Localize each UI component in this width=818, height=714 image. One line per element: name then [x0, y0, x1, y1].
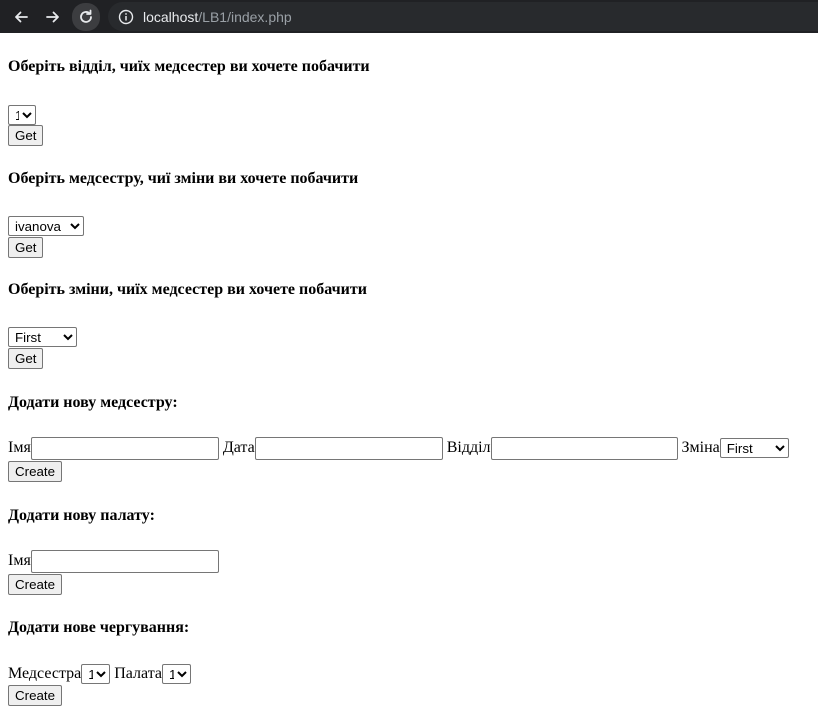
nurse-select[interactable]: ivanova — [8, 216, 84, 236]
nurse-name-label: Імя — [8, 439, 31, 456]
duty-ward-label: Палата — [114, 665, 162, 682]
nurse-department-input[interactable] — [490, 436, 678, 460]
url-path: /LB1/index.php — [198, 8, 292, 25]
create-duty-button[interactable]: Create — [8, 684, 63, 706]
back-button[interactable] — [8, 4, 34, 30]
nurse-get-button[interactable]: Get — [8, 236, 44, 258]
duty-nurse-label: Медсестра — [8, 665, 82, 682]
shift-heading: Оберіть зміни, чиїх медсестер ви хочете … — [8, 281, 367, 298]
nurse-heading: Оберіть медсестру, чиї зміни ви хочете п… — [8, 170, 359, 187]
department-heading: Оберіть відділ, чиїх медсестер ви хочете… — [8, 58, 370, 75]
ward-name-label: Імя — [8, 552, 31, 569]
department-select[interactable]: 1 — [8, 105, 36, 125]
duty-nurse-select[interactable]: 1 — [81, 664, 111, 684]
ward-name-input[interactable] — [30, 549, 219, 573]
department-get-button[interactable]: Get — [8, 124, 44, 146]
nurse-shift-label: Зміна — [681, 439, 720, 456]
arrow-left-icon — [15, 11, 28, 22]
nurse-shift-select[interactable]: First — [719, 438, 789, 458]
nurse-date-label: Дата — [222, 439, 255, 456]
add-ward-heading: Додати нову палату: — [8, 507, 155, 524]
nurse-department-label: Відділ — [446, 439, 491, 456]
add-nurse-heading: Додати нову медсестру: — [8, 394, 178, 411]
shift-select[interactable]: First — [8, 327, 77, 347]
reload-icon — [80, 9, 92, 23]
browser-toolbar: localhost/LB1/index.php — [0, 0, 818, 33]
create-ward-button[interactable]: Create — [8, 573, 63, 595]
url-host: localhost — [143, 8, 199, 25]
shift-get-button[interactable]: Get — [8, 347, 44, 369]
reload-button[interactable] — [72, 2, 100, 31]
duty-ward-select[interactable]: 1 — [162, 664, 191, 684]
create-nurse-button[interactable]: Create — [8, 460, 63, 482]
arrow-right-icon — [46, 11, 59, 22]
nurse-name-input[interactable] — [30, 436, 219, 460]
nurse-date-input[interactable] — [254, 436, 443, 460]
add-duty-heading: Додати нове чергування: — [8, 619, 190, 636]
address-bar[interactable]: localhost/LB1/index.php — [108, 2, 818, 31]
info-icon[interactable] — [118, 9, 134, 25]
forward-button[interactable] — [40, 4, 66, 30]
